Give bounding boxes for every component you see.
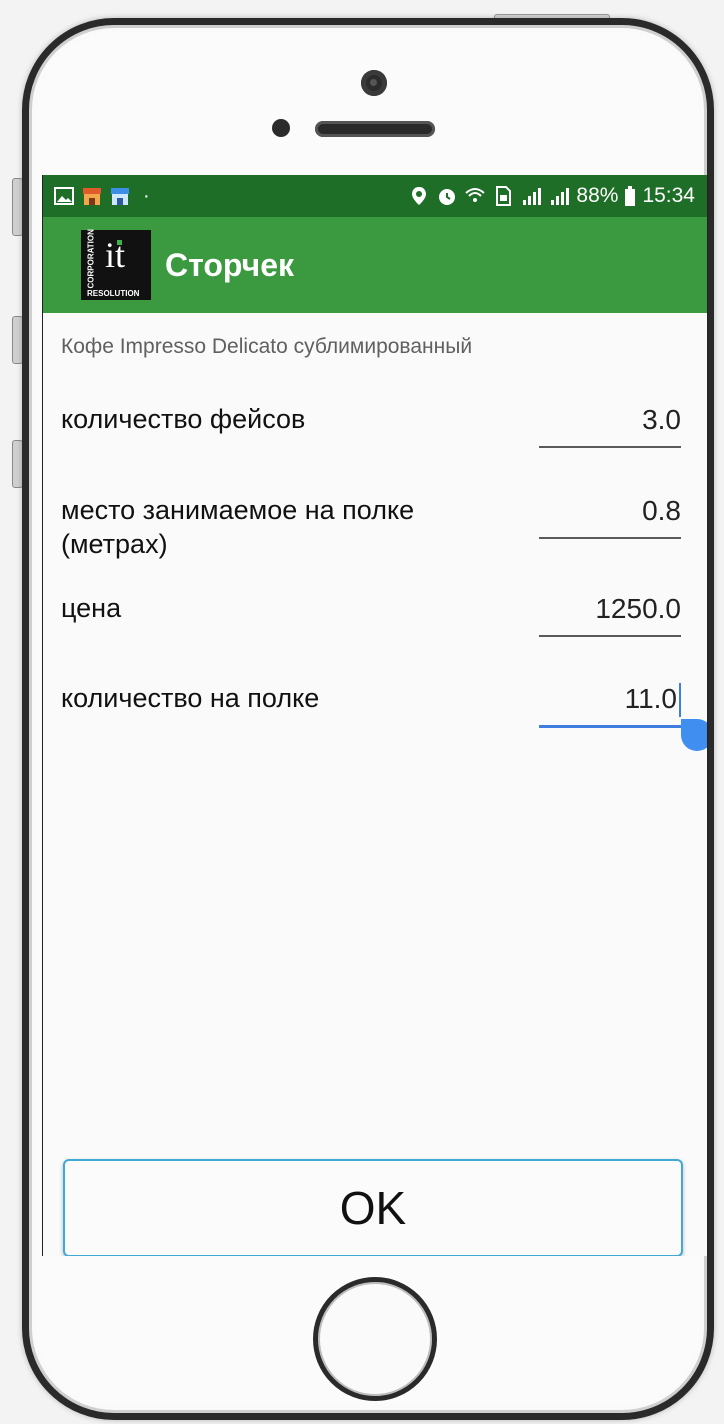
- field-label: место занимаемое на полке (метрах): [61, 495, 415, 559]
- app-screen: · 88% 15:34 CORPORATION it RESOLUTION Ст…: [42, 175, 708, 1256]
- text-cursor: [679, 683, 681, 717]
- alarm-icon: [439, 189, 456, 205]
- ok-button[interactable]: OK: [63, 1159, 683, 1256]
- dot-icon: ·: [143, 184, 150, 207]
- sensor-icon: [272, 119, 290, 137]
- home-button[interactable]: [313, 1277, 437, 1401]
- product-name: Кофе Impresso Delicato сублимированный: [61, 335, 473, 358]
- sim-icon: [496, 186, 512, 206]
- app-title: Сторчек: [165, 246, 295, 283]
- clock: 15:34: [642, 184, 695, 207]
- logo-side-text: CORPORATION: [86, 229, 96, 289]
- store-icon: [111, 188, 129, 205]
- gallery-icon: [54, 187, 74, 205]
- logo-text: it: [105, 235, 126, 275]
- store-icon: [83, 188, 101, 205]
- app-logo: CORPORATION it RESOLUTION: [81, 229, 151, 300]
- app-bar: CORPORATION it RESOLUTION Сторчек: [43, 217, 707, 313]
- signal-icon: [551, 188, 570, 205]
- shelf-space-input[interactable]: 0.8: [539, 493, 681, 539]
- battery-percent: 88%: [576, 184, 619, 207]
- battery-icon: [625, 186, 636, 206]
- faces-input[interactable]: 3.0: [539, 402, 681, 448]
- quantity-input[interactable]: 11.0: [539, 681, 681, 728]
- cursor-handle[interactable]: [681, 719, 707, 751]
- wifi-icon: [465, 188, 486, 202]
- front-camera-icon: [361, 70, 387, 96]
- field-label: цена: [61, 593, 122, 623]
- field-label: количество фейсов: [61, 404, 306, 434]
- quantity-value: 11.0: [624, 683, 677, 714]
- location-icon: [412, 187, 427, 205]
- field-label: количество на полке: [61, 683, 320, 713]
- status-bar: · 88% 15:34: [43, 175, 707, 217]
- price-input[interactable]: 1250.0: [539, 591, 681, 637]
- earpiece-speaker: [315, 121, 435, 137]
- signal-icon: [523, 188, 542, 205]
- logo-bottom-text: RESOLUTION: [87, 289, 140, 298]
- logo-dot: [117, 240, 122, 245]
